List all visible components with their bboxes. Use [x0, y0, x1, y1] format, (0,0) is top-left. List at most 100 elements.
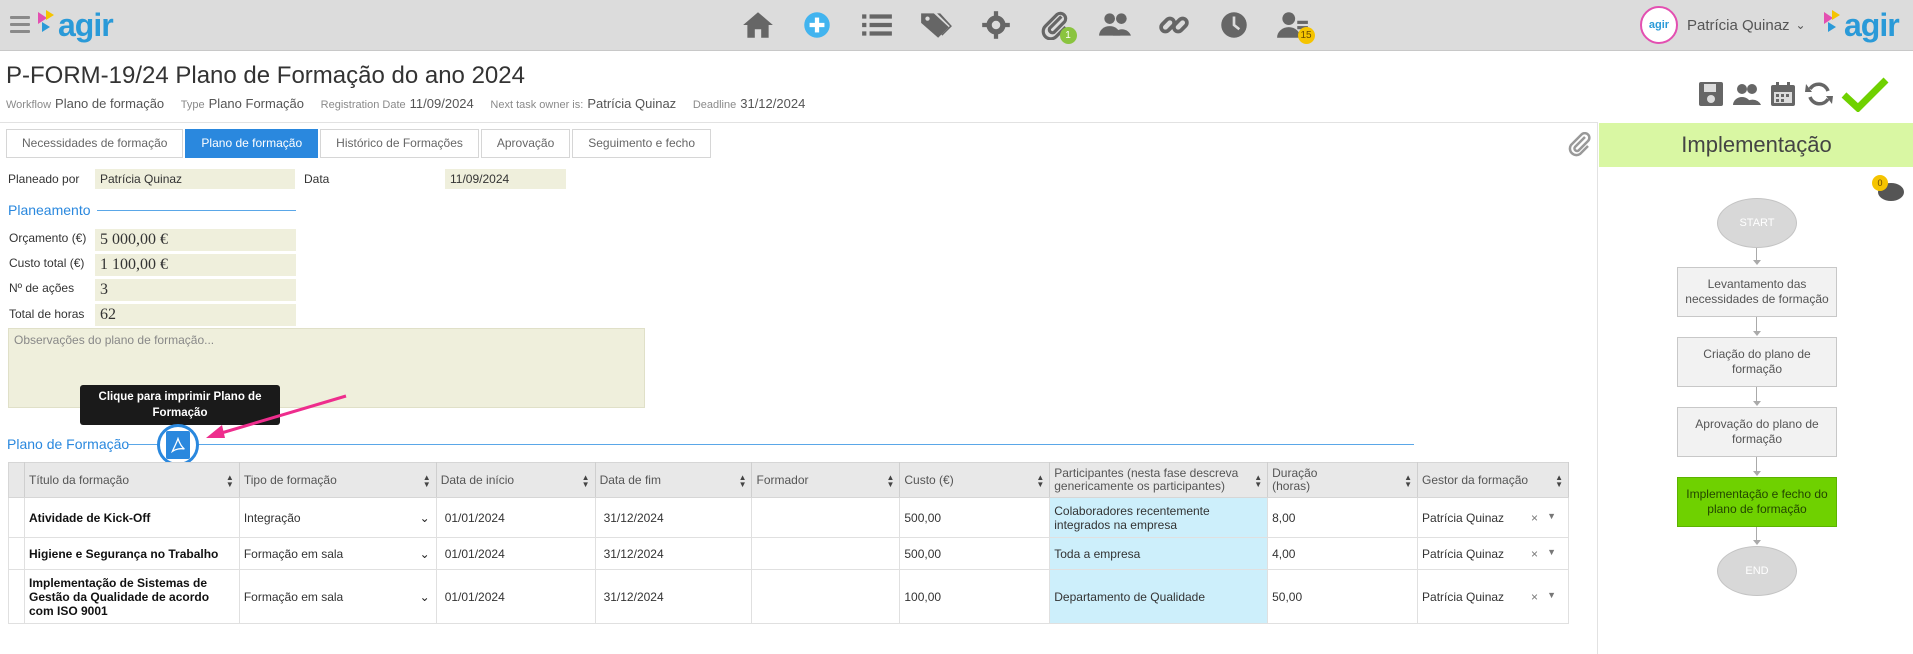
tags-icon[interactable]: [907, 0, 967, 50]
column-header-end[interactable]: Data de fim ▲ ▼: [594, 462, 753, 498]
cell-cost[interactable]: 100,00: [899, 569, 1051, 624]
tab-seguimento[interactable]: Seguimento e fecho: [572, 129, 711, 158]
planned-by-field[interactable]: Patrícia Quinaz: [95, 169, 295, 189]
actions-count-label: Nº de ações: [9, 281, 75, 295]
app-logo[interactable]: agir: [36, 4, 114, 46]
budget-field[interactable]: 5 000,00 €: [95, 229, 296, 251]
cell-duration[interactable]: 8,00: [1267, 497, 1419, 538]
cell-trainer[interactable]: [751, 537, 901, 570]
save-icon[interactable]: [1693, 76, 1729, 112]
budget-label: Orçamento (€): [9, 231, 87, 245]
cell-participants[interactable]: Colaboradores recentemente integrados na…: [1049, 497, 1269, 538]
list-icon[interactable]: [847, 0, 907, 50]
cell-title[interactable]: Implementação de Sistemas de Gestão da Q…: [23, 569, 240, 624]
table-row: Higiene e Segurança no Trabalho Formação…: [8, 537, 1569, 570]
record-meta: Workflow Plano de formação Type Plano Form…: [6, 96, 818, 111]
date-label: Data: [304, 172, 330, 186]
chevron-down-icon[interactable]: ▼: [1547, 590, 1556, 600]
deadline-value: 31/12/2024: [740, 96, 806, 111]
paperclip-icon[interactable]: 1: [1026, 0, 1086, 50]
gear-icon[interactable]: [966, 0, 1026, 50]
workflow-step-aprovacao[interactable]: Aprovação do plano de formação: [1677, 407, 1837, 457]
tab-historico[interactable]: Histórico de Formações: [320, 129, 479, 158]
cell-title[interactable]: Higiene e Segurança no Trabalho: [23, 537, 240, 570]
plus-circle-icon[interactable]: [788, 0, 848, 50]
cell-trainer[interactable]: [751, 497, 901, 538]
cell-participants[interactable]: Departamento de Qualidade: [1049, 569, 1269, 624]
cell-manager[interactable]: Patrícia Quinaz × ▼: [1417, 497, 1569, 538]
total-cost-field: 1 100,00 €: [95, 254, 296, 276]
planned-by-label: Planeado por: [8, 172, 80, 186]
chevron-down-icon: ⌄: [419, 546, 430, 561]
cell-type-select[interactable]: Integração ⌄: [238, 497, 437, 538]
date-field[interactable]: 11/09/2024: [445, 169, 566, 189]
main-nav: 1 15: [728, 0, 1323, 50]
home-icon[interactable]: [728, 0, 788, 50]
chevron-down-icon[interactable]: ▼: [1547, 547, 1556, 557]
users-icon[interactable]: [1729, 76, 1765, 112]
refresh-icon[interactable]: [1801, 76, 1837, 112]
tab-aprovacao[interactable]: Aprovação: [480, 129, 571, 158]
column-header-trainer[interactable]: Formador ▲ ▼: [751, 462, 901, 498]
cell-cost[interactable]: 500,00: [899, 537, 1051, 570]
regdate-label: Registration Date: [320, 99, 406, 111]
cell-end[interactable]: 31/12/2024: [594, 569, 753, 624]
users-icon[interactable]: [1085, 0, 1145, 50]
column-header-duration[interactable]: Duração (horas) ▲ ▼: [1267, 462, 1419, 498]
clock-icon[interactable]: [1204, 0, 1264, 50]
plan-section-title: Plano de Formação: [7, 436, 130, 452]
clear-icon[interactable]: ×: [1531, 547, 1538, 561]
attachments-badge: 1: [1059, 27, 1077, 44]
cell-participants[interactable]: Toda a empresa: [1049, 537, 1269, 570]
cell-title[interactable]: Atividade de Kick-Off: [23, 497, 240, 538]
link-icon[interactable]: [1145, 0, 1205, 50]
cell-trainer[interactable]: [751, 569, 901, 624]
cell-start[interactable]: 01/01/2024: [435, 569, 596, 624]
cell-manager[interactable]: Patrícia Quinaz × ▼: [1417, 569, 1569, 624]
cell-type-select[interactable]: Formação em sala ⌄: [238, 569, 437, 624]
column-header-manager[interactable]: Gestor da formação ▲ ▼: [1417, 462, 1569, 498]
workflow-connector: [1756, 457, 1757, 472]
tab-bar: Necessidades de formação Plano de formaç…: [6, 129, 713, 158]
workflow-step-criacao[interactable]: Criação do plano de formação: [1677, 337, 1837, 387]
cell-start[interactable]: 01/01/2024: [435, 537, 596, 570]
paperclip-icon[interactable]: [1566, 131, 1592, 158]
cell-end[interactable]: 31/12/2024: [594, 497, 753, 538]
workflow-arrow: [1753, 540, 1761, 545]
type-label: Type: [180, 99, 205, 111]
column-header-participants[interactable]: Participantes (nesta fase descreva gener…: [1049, 462, 1269, 498]
clear-icon[interactable]: ×: [1531, 590, 1538, 604]
owner-value: Patrícia Quinaz: [587, 96, 677, 111]
cell-duration[interactable]: 4,00: [1267, 537, 1419, 570]
comments-button[interactable]: 0: [1872, 175, 1906, 205]
cell-type-select[interactable]: Formação em sala ⌄: [238, 537, 437, 570]
column-header-cost[interactable]: Custo (€) ▲ ▼: [899, 462, 1051, 498]
workflow-connector: [1756, 387, 1757, 402]
plan-divider: [128, 444, 1414, 445]
user-menu[interactable]: agir Patrícia Quinaz ⌄: [1640, 6, 1806, 44]
column-header-type[interactable]: Tipo de formação ▲ ▼: [238, 462, 437, 498]
cell-cost[interactable]: 500,00: [899, 497, 1051, 538]
workflow-step-implementacao[interactable]: Implementação e fecho do plano de formaç…: [1677, 477, 1837, 527]
calendar-icon[interactable]: [1765, 76, 1801, 112]
cell-end[interactable]: 31/12/2024: [594, 537, 753, 570]
brand-logo: agir: [1822, 4, 1900, 46]
tab-plano[interactable]: Plano de formação: [185, 129, 319, 158]
cell-duration[interactable]: 50,00: [1267, 569, 1419, 624]
table-row: Atividade de Kick-Off Integração ⌄ 01/01/…: [8, 497, 1569, 538]
check-icon[interactable]: [1837, 76, 1893, 112]
cell-start[interactable]: 01/01/2024: [435, 497, 596, 538]
table-header-spacer: [8, 462, 25, 498]
cell-manager[interactable]: Patrícia Quinaz × ▼: [1417, 537, 1569, 570]
user-clock-icon[interactable]: 15: [1264, 0, 1324, 50]
workflow-step-levantamento[interactable]: Levantamento das necessidades de formaçã…: [1677, 267, 1837, 317]
tab-necessidades[interactable]: Necessidades de formação: [6, 129, 184, 158]
workflow-end: END: [1717, 546, 1797, 596]
print-pdf-button[interactable]: [157, 424, 199, 466]
column-header-start[interactable]: Data de início ▲ ▼: [435, 462, 596, 498]
column-header-title[interactable]: Título da formação ▲ ▼: [23, 462, 240, 498]
clear-icon[interactable]: ×: [1531, 511, 1538, 525]
chevron-down-icon[interactable]: ▼: [1547, 511, 1556, 521]
workflow-arrow: [1753, 331, 1761, 336]
menu-icon[interactable]: [10, 16, 30, 34]
